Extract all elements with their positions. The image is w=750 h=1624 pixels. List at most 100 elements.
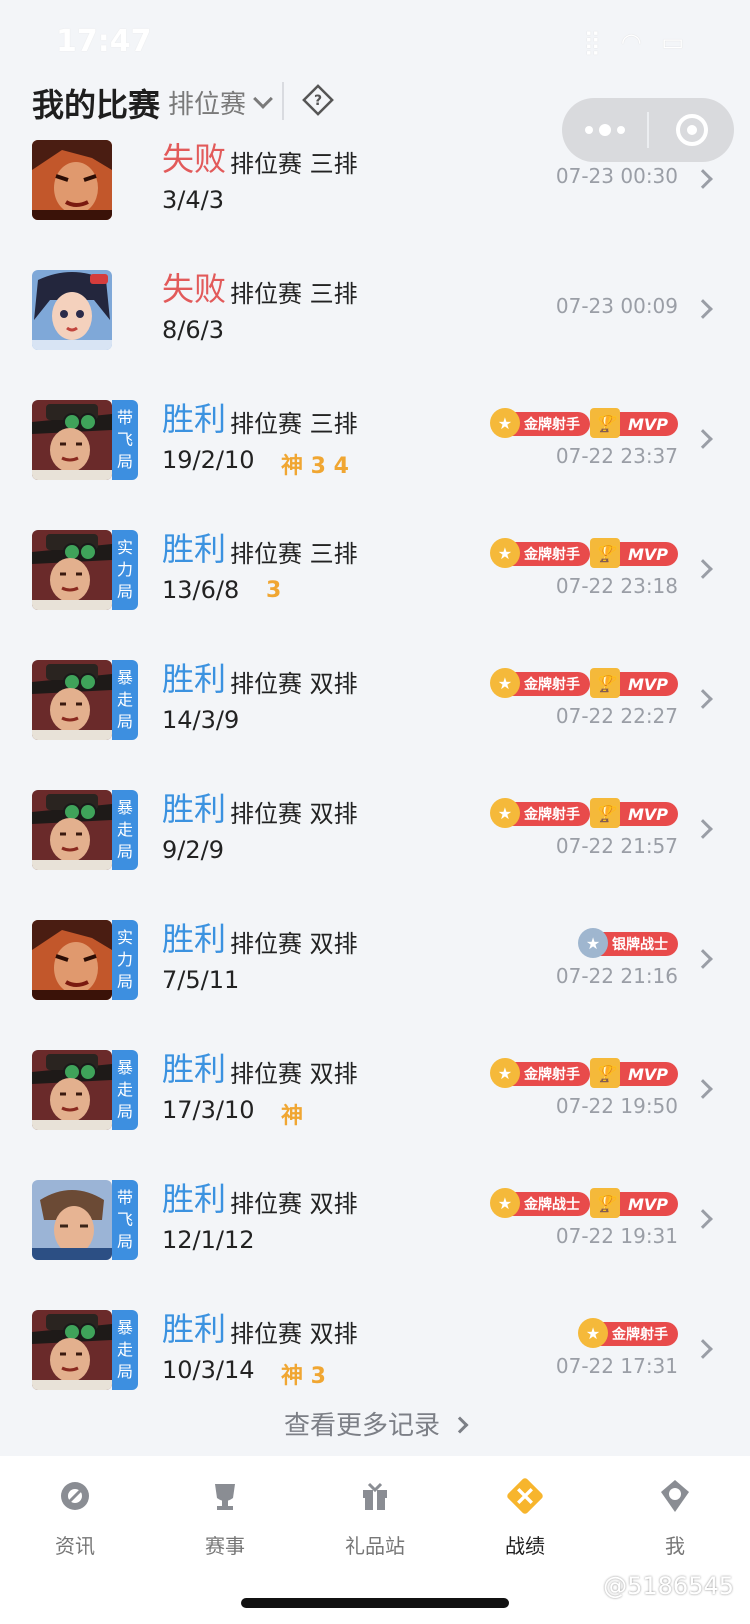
chevron-right-icon <box>693 559 713 579</box>
badge-group: ★ 金牌战士 🏆 MVP <box>489 1188 678 1218</box>
match-mode: 排位赛 三排 <box>230 410 358 438</box>
hero-avatar <box>32 270 112 350</box>
badge-group: ★ 金牌射手 🏆 MVP <box>489 1058 678 1088</box>
chevron-right-icon <box>693 1079 713 1099</box>
match-time: 07-22 19:31 <box>555 1224 678 1248</box>
match-kda: 8/6/3 <box>162 316 224 344</box>
match-row[interactable]: 实力局胜利 排位赛 双排 7/5/11 ★ 银牌战士 07-22 21:16 <box>0 908 750 1038</box>
star-icon: ★ <box>489 408 520 438</box>
hero-avatar <box>32 140 112 220</box>
match-tag: 暴走局 <box>112 1310 138 1390</box>
match-mode: 排位赛 双排 <box>230 800 358 828</box>
honor-marks: 3 <box>266 578 282 603</box>
tab-label: 我 <box>665 1534 685 1558</box>
star-icon: ★ <box>578 928 608 958</box>
match-kda: 9/2/9 <box>162 836 224 864</box>
more-records-label: 查看更多记录 <box>283 1411 440 1441</box>
home-indicator <box>241 1598 509 1608</box>
match-time: 07-23 00:09 <box>555 294 678 318</box>
star-icon: ★ <box>578 1318 608 1348</box>
match-time: 07-22 23:37 <box>555 444 678 468</box>
status-icons: ⣿ ◠ ▭ <box>583 28 690 56</box>
tab-news[interactable]: 资讯 <box>0 1456 150 1624</box>
chevron-right-icon <box>693 429 713 449</box>
trophy-icon: 🏆 <box>589 1188 620 1218</box>
match-time: 07-22 21:57 <box>555 834 678 858</box>
match-tag: 带飞局 <box>112 1180 138 1260</box>
match-kda: 10/3/14 <box>162 1356 255 1384</box>
divider <box>282 82 284 120</box>
chevron-right-icon <box>693 819 713 839</box>
hero-avatar <box>32 1310 112 1390</box>
hero-avatar <box>32 790 112 870</box>
match-kda: 14/3/9 <box>162 706 240 734</box>
chevron-right-icon <box>693 689 713 709</box>
honor-marks: 神 3 <box>281 1364 326 1389</box>
mode-filter-label: 排位赛 <box>168 90 247 120</box>
match-mode: 排位赛 三排 <box>230 540 358 568</box>
match-result: 胜利 <box>162 1050 227 1088</box>
badge-group: ★ 金牌射手 🏆 MVP <box>489 798 678 828</box>
star-icon: ★ <box>489 1058 520 1088</box>
match-row[interactable]: 实力局胜利 排位赛 三排 13/6/8 3 ★ 金牌射手 🏆 MVP 07-22 23:18 <box>0 518 750 648</box>
match-mode: 排位赛 双排 <box>230 1060 358 1088</box>
mvp-badge: 🏆 MVP <box>589 798 678 828</box>
match-time: 07-22 21:16 <box>555 964 678 988</box>
mvp-badge: 🏆 MVP <box>589 538 678 568</box>
medal-badge: ★ 金牌战士 <box>489 1188 590 1218</box>
trophy-icon: 🏆 <box>589 408 620 438</box>
match-mode: 排位赛 双排 <box>230 930 358 958</box>
match-row[interactable]: 暴走局胜利 排位赛 双排 14/3/9 ★ 金牌射手 🏆 MVP 07-22 22:27 <box>0 648 750 778</box>
match-row[interactable]: 带飞局胜利 排位赛 三排 19/2/10 神 3 4 ★ 金牌射手 🏆 MVP 07-22 23… <box>0 388 750 518</box>
tab-label: 战绩 <box>505 1534 545 1558</box>
trophy-icon: 🏆 <box>589 538 620 568</box>
mvp-badge: 🏆 MVP <box>589 1188 678 1218</box>
match-mode: 排位赛 双排 <box>230 1190 358 1218</box>
match-tag: 暴走局 <box>112 660 138 740</box>
star-icon: ★ <box>489 798 520 828</box>
chevron-down-icon <box>253 88 273 109</box>
more-records-link[interactable]: 查看更多记录 <box>0 1405 750 1442</box>
badge-group: ★ 银牌战士 <box>578 928 678 958</box>
gift-icon <box>353 1474 397 1518</box>
chevron-right-icon <box>693 949 713 969</box>
trophy-icon: 🏆 <box>589 798 620 828</box>
match-time: 07-22 17:31 <box>555 1354 678 1378</box>
match-kda: 7/5/11 <box>162 966 240 994</box>
star-icon: ★ <box>489 1188 520 1218</box>
match-result: 胜利 <box>162 920 227 958</box>
match-tag: 暴走局 <box>112 790 138 870</box>
star-icon: ★ <box>489 668 520 698</box>
match-row[interactable]: 失败 排位赛 三排 3/4/3 07-23 00:30 <box>0 128 750 258</box>
tab-label: 赛事 <box>205 1534 245 1558</box>
match-row[interactable]: 失败 排位赛 三排 8/6/3 07-23 00:09 <box>0 258 750 388</box>
match-kda: 17/3/10 <box>162 1096 255 1124</box>
chevron-right-icon <box>693 1209 713 1229</box>
match-result: 胜利 <box>162 400 227 438</box>
honor-marks: 神 <box>281 1104 304 1129</box>
honor-marks: 神 3 4 <box>281 454 349 479</box>
mode-filter-dropdown[interactable]: 排位赛 <box>168 84 273 121</box>
medal-badge: ★ 金牌射手 <box>489 798 590 828</box>
trophy-icon: 🏆 <box>589 1058 620 1088</box>
medal-badge: ★ 金牌射手 <box>489 538 590 568</box>
medal-badge: ★ 金牌射手 <box>489 668 590 698</box>
match-result: 失败 <box>162 270 227 308</box>
match-row[interactable]: 暴走局胜利 排位赛 双排 9/2/9 ★ 金牌射手 🏆 MVP 07-22 21:57 <box>0 778 750 908</box>
chevron-right-icon <box>693 1339 713 1359</box>
match-result: 胜利 <box>162 1180 227 1218</box>
match-row[interactable]: 带飞局胜利 排位赛 双排 12/1/12 ★ 金牌战士 🏆 MVP 07-22 19:31 <box>0 1168 750 1298</box>
match-result: 胜利 <box>162 660 227 698</box>
mvp-badge: 🏆 MVP <box>589 668 678 698</box>
hero-avatar <box>32 660 112 740</box>
match-tag: 实力局 <box>112 530 138 610</box>
status-time: 17:47 <box>56 24 152 59</box>
match-kda: 19/2/10 <box>162 446 255 474</box>
match-mode: 排位赛 双排 <box>230 670 358 698</box>
help-icon[interactable]: ? <box>302 84 334 116</box>
match-mode: 排位赛 三排 <box>230 280 358 308</box>
match-result: 胜利 <box>162 790 227 828</box>
match-tag: 实力局 <box>112 920 138 1000</box>
match-mode: 排位赛 双排 <box>230 1320 358 1348</box>
match-row[interactable]: 暴走局胜利 排位赛 双排 17/3/10 神 ★ 金牌射手 🏆 MVP 07-22 19:50 <box>0 1038 750 1168</box>
